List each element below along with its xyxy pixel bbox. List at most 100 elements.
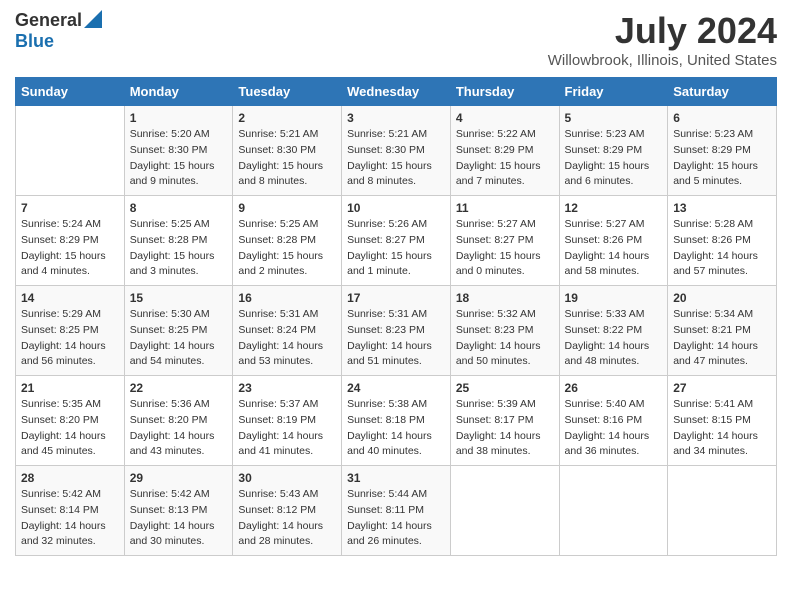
day-info: Sunrise: 5:34 AMSunset: 8:21 PMDaylight:… [673, 307, 771, 370]
logo-general-text: General [15, 10, 82, 31]
day-number: 6 [673, 111, 771, 125]
day-number: 7 [21, 201, 119, 215]
day-info: Sunrise: 5:27 AMSunset: 8:26 PMDaylight:… [565, 217, 663, 280]
calendar-table: SundayMondayTuesdayWednesdayThursdayFrid… [15, 77, 777, 556]
calendar-cell: 1Sunrise: 5:20 AMSunset: 8:30 PMDaylight… [124, 106, 233, 196]
calendar-cell: 6 Sunrise: 5:23 AMSunset: 8:29 PMDaylight… [668, 106, 777, 196]
header-cell-wednesday: Wednesday [342, 78, 451, 106]
calendar-cell: 31Sunrise: 5:44 AMSunset: 8:11 PMDayligh… [342, 466, 451, 556]
day-number: 25 [456, 381, 554, 395]
day-number: 27 [673, 381, 771, 395]
day-info: Sunrise: 5:20 AMSunset: 8:30 PMDaylight:… [130, 127, 228, 190]
calendar-cell [668, 466, 777, 556]
calendar-cell: 21Sunrise: 5:35 AMSunset: 8:20 PMDayligh… [16, 376, 125, 466]
calendar-cell: 3 Sunrise: 5:21 AMSunset: 8:30 PMDaylight… [342, 106, 451, 196]
day-number: 21 [21, 381, 119, 395]
day-info: Sunrise: 5:40 AMSunset: 8:16 PMDaylight:… [565, 397, 663, 460]
day-number: 11 [456, 201, 554, 215]
calendar-cell: 7 Sunrise: 5:24 AMSunset: 8:29 PMDaylight… [16, 196, 125, 286]
day-number: 26 [565, 381, 663, 395]
logo-triangle-icon [84, 10, 102, 28]
calendar-title: July 2024 [548, 10, 777, 52]
day-number: 22 [130, 381, 228, 395]
day-info: Sunrise: 5:31 AMSunset: 8:24 PMDaylight:… [238, 307, 336, 370]
calendar-cell: 5 Sunrise: 5:23 AMSunset: 8:29 PMDaylight… [559, 106, 668, 196]
calendar-cell [559, 466, 668, 556]
day-info: Sunrise: 5:29 AMSunset: 8:25 PMDaylight:… [21, 307, 119, 370]
day-info: Sunrise: 5:21 AMSunset: 8:30 PMDaylight:… [347, 127, 445, 190]
day-number: 9 [238, 201, 336, 215]
calendar-cell: 12 Sunrise: 5:27 AMSunset: 8:26 PMDayligh… [559, 196, 668, 286]
calendar-cell: 24 Sunrise: 5:38 AMSunset: 8:18 PMDayligh… [342, 376, 451, 466]
header-cell-sunday: Sunday [16, 78, 125, 106]
calendar-cell: 13 Sunrise: 5:28 AMSunset: 8:26 PMDayligh… [668, 196, 777, 286]
calendar-header-row: SundayMondayTuesdayWednesdayThursdayFrid… [16, 78, 777, 106]
day-number: 24 [347, 381, 445, 395]
day-number: 13 [673, 201, 771, 215]
week-row-1: 1Sunrise: 5:20 AMSunset: 8:30 PMDaylight… [16, 106, 777, 196]
day-number: 17 [347, 291, 445, 305]
day-number: 23 [238, 381, 336, 395]
calendar-cell: 28Sunrise: 5:42 AMSunset: 8:14 PMDayligh… [16, 466, 125, 556]
calendar-cell: 27 Sunrise: 5:41 AMSunset: 8:15 PMDayligh… [668, 376, 777, 466]
day-info: Sunrise: 5:25 AMSunset: 8:28 PMDaylight:… [238, 217, 336, 280]
calendar-cell: 20Sunrise: 5:34 AMSunset: 8:21 PMDayligh… [668, 286, 777, 376]
calendar-cell: 26 Sunrise: 5:40 AMSunset: 8:16 PMDayligh… [559, 376, 668, 466]
calendar-cell: 9 Sunrise: 5:25 AMSunset: 8:28 PMDaylight… [233, 196, 342, 286]
day-info: Sunrise: 5:43 AMSunset: 8:12 PMDaylight:… [238, 487, 336, 550]
calendar-cell: 25Sunrise: 5:39 AMSunset: 8:17 PMDayligh… [450, 376, 559, 466]
calendar-cell: 30 Sunrise: 5:43 AMSunset: 8:12 PMDayligh… [233, 466, 342, 556]
day-info: Sunrise: 5:26 AMSunset: 8:27 PMDaylight:… [347, 217, 445, 280]
day-number: 12 [565, 201, 663, 215]
day-info: Sunrise: 5:31 AMSunset: 8:23 PMDaylight:… [347, 307, 445, 370]
week-row-4: 21Sunrise: 5:35 AMSunset: 8:20 PMDayligh… [16, 376, 777, 466]
logo-blue-text: Blue [15, 31, 54, 52]
day-info: Sunrise: 5:38 AMSunset: 8:18 PMDaylight:… [347, 397, 445, 460]
day-number: 5 [565, 111, 663, 125]
day-info: Sunrise: 5:23 AMSunset: 8:29 PMDaylight:… [673, 127, 771, 190]
calendar-cell: 19Sunrise: 5:33 AMSunset: 8:22 PMDayligh… [559, 286, 668, 376]
day-info: Sunrise: 5:37 AMSunset: 8:19 PMDaylight:… [238, 397, 336, 460]
day-info: Sunrise: 5:22 AMSunset: 8:29 PMDaylight:… [456, 127, 554, 190]
day-info: Sunrise: 5:36 AMSunset: 8:20 PMDaylight:… [130, 397, 228, 460]
day-number: 8 [130, 201, 228, 215]
calendar-cell: 29Sunrise: 5:42 AMSunset: 8:13 PMDayligh… [124, 466, 233, 556]
day-info: Sunrise: 5:44 AMSunset: 8:11 PMDaylight:… [347, 487, 445, 550]
day-number: 19 [565, 291, 663, 305]
day-number: 4 [456, 111, 554, 125]
calendar-cell: 16 Sunrise: 5:31 AMSunset: 8:24 PMDayligh… [233, 286, 342, 376]
day-number: 2 [238, 111, 336, 125]
day-info: Sunrise: 5:24 AMSunset: 8:29 PMDaylight:… [21, 217, 119, 280]
calendar-cell: 4 Sunrise: 5:22 AMSunset: 8:29 PMDaylight… [450, 106, 559, 196]
header-cell-saturday: Saturday [668, 78, 777, 106]
week-row-5: 28Sunrise: 5:42 AMSunset: 8:14 PMDayligh… [16, 466, 777, 556]
calendar-cell: 18Sunrise: 5:32 AMSunset: 8:23 PMDayligh… [450, 286, 559, 376]
day-number: 30 [238, 471, 336, 485]
page-header: General Blue July 2024 Willowbrook, Illi… [15, 10, 777, 69]
calendar-cell: 17 Sunrise: 5:31 AMSunset: 8:23 PMDayligh… [342, 286, 451, 376]
day-info: Sunrise: 5:41 AMSunset: 8:15 PMDaylight:… [673, 397, 771, 460]
day-info: Sunrise: 5:28 AMSunset: 8:26 PMDaylight:… [673, 217, 771, 280]
day-number: 28 [21, 471, 119, 485]
calendar-cell: 15Sunrise: 5:30 AMSunset: 8:25 PMDayligh… [124, 286, 233, 376]
day-number: 29 [130, 471, 228, 485]
calendar-subtitle: Willowbrook, Illinois, United States [548, 52, 777, 69]
logo: General Blue [15, 10, 102, 52]
calendar-cell: 14 Sunrise: 5:29 AMSunset: 8:25 PMDayligh… [16, 286, 125, 376]
calendar-cell: 2 Sunrise: 5:21 AMSunset: 8:30 PMDaylight… [233, 106, 342, 196]
day-info: Sunrise: 5:21 AMSunset: 8:30 PMDaylight:… [238, 127, 336, 190]
day-number: 10 [347, 201, 445, 215]
day-number: 3 [347, 111, 445, 125]
title-block: July 2024 Willowbrook, Illinois, United … [548, 10, 777, 69]
header-cell-thursday: Thursday [450, 78, 559, 106]
calendar-cell: 11Sunrise: 5:27 AMSunset: 8:27 PMDayligh… [450, 196, 559, 286]
calendar-cell [16, 106, 125, 196]
day-info: Sunrise: 5:23 AMSunset: 8:29 PMDaylight:… [565, 127, 663, 190]
header-cell-monday: Monday [124, 78, 233, 106]
day-info: Sunrise: 5:30 AMSunset: 8:25 PMDaylight:… [130, 307, 228, 370]
week-row-2: 7 Sunrise: 5:24 AMSunset: 8:29 PMDaylight… [16, 196, 777, 286]
day-number: 14 [21, 291, 119, 305]
day-number: 16 [238, 291, 336, 305]
day-info: Sunrise: 5:32 AMSunset: 8:23 PMDaylight:… [456, 307, 554, 370]
calendar-cell: 10 Sunrise: 5:26 AMSunset: 8:27 PMDayligh… [342, 196, 451, 286]
